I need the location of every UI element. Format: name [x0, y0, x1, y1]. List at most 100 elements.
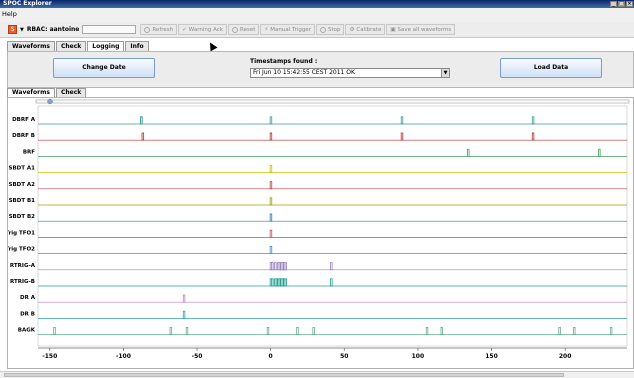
pulse-mark: [269, 229, 273, 238]
subtab-check[interactable]: Check: [55, 88, 87, 97]
series-12: DR A: [20, 294, 627, 303]
series-label: SBDT B1: [9, 198, 36, 204]
pulse-mark: [598, 148, 601, 157]
change-date-button[interactable]: Change Date: [53, 58, 155, 78]
minimize-icon[interactable]: _: [610, 1, 617, 7]
tab-waveforms[interactable]: Waveforms: [7, 41, 55, 51]
tab-logging[interactable]: Logging: [87, 41, 125, 51]
pulse-mark: [330, 262, 333, 271]
pulse-mark: [182, 294, 186, 303]
series-label: SBDT B2: [9, 214, 36, 220]
pulse-mark: [53, 326, 56, 335]
series-14: BAGK: [18, 326, 627, 335]
manual-trigger-button[interactable]: ⚡ Manual Trigger: [260, 24, 315, 35]
x-tick-label: 150: [485, 353, 498, 360]
pulse-mark: [400, 116, 404, 125]
timestamps-label: Timestamps found :: [250, 58, 318, 65]
series-7: SBDT B2: [9, 213, 627, 222]
x-tick-label: -150: [42, 353, 57, 360]
reset-button[interactable]: Reset: [228, 24, 260, 35]
pulse-mark: [271, 262, 274, 271]
tab-info[interactable]: Info: [125, 41, 149, 51]
pulse-mark: [269, 245, 273, 254]
series-3: BRF: [23, 148, 627, 157]
pulse-mark: [269, 213, 273, 222]
pulse-mark: [296, 326, 299, 335]
window-title-bar: SPOC Explorer _ □ ×: [0, 0, 634, 8]
series-label: DR B: [20, 311, 35, 317]
reset-icon: [232, 26, 238, 33]
series-5: SBDT A2: [9, 181, 627, 190]
x-tick-label: 100: [412, 353, 425, 360]
pulse-mark: [269, 116, 273, 125]
pulse-mark: [400, 132, 404, 141]
pulse-mark: [271, 278, 274, 287]
refresh-button[interactable]: Refresh: [140, 24, 178, 35]
pulse-mark: [467, 148, 470, 157]
pulse-mark: [185, 326, 189, 335]
pulse-mark: [269, 197, 273, 206]
x-tick-label: -50: [192, 353, 203, 360]
pulse-mark: [425, 326, 429, 335]
series-label: BRF: [23, 149, 35, 155]
pulse-mark: [182, 310, 186, 319]
toolbar: S ▼ RBAC: aantoine Refresh ✓ Warning Ack …: [0, 22, 634, 38]
logging-panel: Change Date Timestamps found : Fri Jun 1…: [7, 51, 634, 88]
subtab-waveforms[interactable]: Waveforms: [7, 88, 55, 97]
series-label: DBRF A: [12, 117, 36, 123]
pulse-mark: [141, 132, 145, 141]
load-data-button[interactable]: Load Data: [500, 58, 602, 78]
series-label: Trig TFO1: [8, 230, 35, 236]
plot-area: [37, 105, 628, 347]
pulse-mark: [140, 116, 143, 125]
series-label: DR A: [20, 295, 36, 301]
dropdown-chevron-icon[interactable]: ▼: [20, 27, 24, 33]
menu-help[interactable]: Help: [2, 10, 17, 18]
series-8: Trig TFO1: [5, 229, 627, 238]
refresh-icon: [144, 26, 151, 33]
save-all-waveforms-button[interactable]: ▣ Save all waveforms: [386, 24, 456, 35]
close-icon[interactable]: ×: [626, 1, 633, 7]
series-label: SBDT A1: [9, 166, 36, 172]
rbac-token-field[interactable]: [82, 25, 137, 34]
app-logo-icon[interactable]: S: [8, 25, 17, 34]
trigger-icon: ⚡: [264, 26, 269, 33]
pulse-mark: [284, 278, 287, 287]
maximize-icon[interactable]: □: [618, 1, 625, 7]
window-controls: _ □ ×: [610, 1, 633, 7]
main-tabs: Waveforms Check Logging Info: [7, 41, 150, 51]
chevron-down-icon[interactable]: ▼: [441, 69, 449, 77]
mouse-cursor-icon: [206, 40, 218, 52]
series-label: Trig TFO2: [8, 247, 35, 253]
save-icon: ▣: [390, 26, 396, 33]
warning-ack-button[interactable]: ✓ Warning Ack: [178, 24, 227, 35]
x-tick-label: 200: [559, 353, 572, 360]
pulse-mark: [269, 181, 273, 190]
pulse-mark: [609, 326, 613, 335]
pulse-mark: [558, 326, 561, 335]
pulse-mark: [269, 165, 273, 174]
timestamp-selected-value: Fri Jun 10 15:42:55 CEST 2011 OK: [253, 69, 355, 76]
series-4: SBDT A1: [9, 165, 627, 174]
x-tick-label: 50: [340, 353, 348, 360]
series-label: BAGK: [18, 328, 36, 334]
stop-button[interactable]: Stop: [315, 24, 345, 35]
window-title: SPOC Explorer: [3, 0, 52, 7]
pulse-mark: [284, 262, 287, 271]
waveform-chart[interactable]: DBRF A DBRF B BRF SBDT A1 SBDT A2 SBDT B1 SBDT…: [5, 98, 634, 370]
series-10: RTRIG-A: [10, 262, 627, 271]
pulse-mark: [266, 326, 270, 335]
rbac-label: RBAC: aantoine: [26, 26, 80, 33]
scrollbar-thumb[interactable]: [4, 373, 564, 377]
tab-check[interactable]: Check: [55, 41, 87, 51]
sub-tabs: Waveforms Check: [7, 88, 87, 97]
pulse-mark: [269, 132, 273, 141]
calibrate-icon: ⚙: [349, 26, 355, 33]
series-2: DBRF B: [12, 132, 627, 141]
range-handle-icon[interactable]: [47, 98, 53, 105]
range-bar[interactable]: [35, 99, 630, 104]
calibrate-button[interactable]: ⚙ Calibrate: [345, 24, 386, 35]
x-tick-label: 0: [269, 353, 273, 360]
timestamp-select[interactable]: Fri Jun 10 15:42:55 CEST 2011 OK ▼: [250, 68, 450, 78]
horizontal-scrollbar[interactable]: [0, 371, 634, 378]
